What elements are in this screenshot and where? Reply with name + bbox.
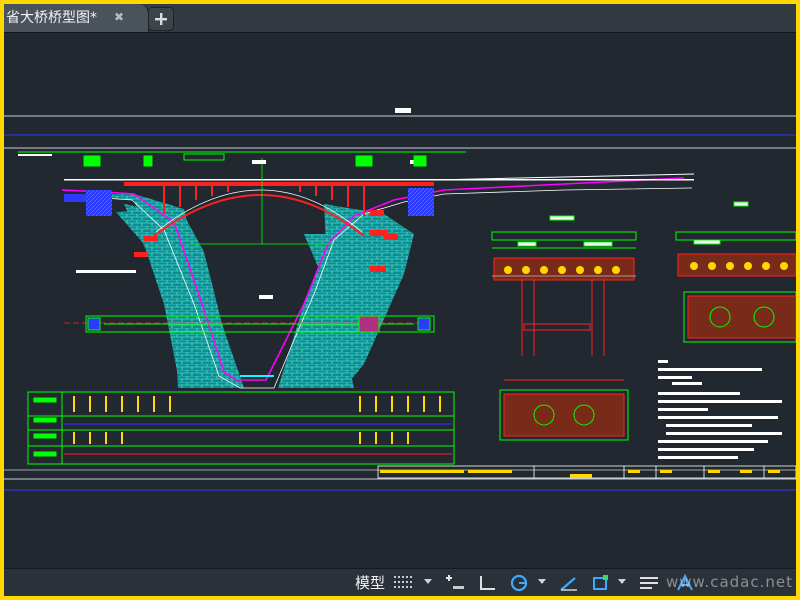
new-tab-button[interactable]: [148, 7, 174, 31]
object-snap-button[interactable]: [588, 572, 614, 594]
polar-tracking-button[interactable]: [506, 572, 532, 594]
watermark-text: www.cadac.net: [666, 573, 793, 591]
snap-mode-icon: [446, 575, 464, 589]
polar-dropdown-icon[interactable]: [538, 579, 546, 584]
grid-icon: [394, 576, 412, 588]
lineweight-icon: [640, 577, 658, 589]
ortho-icon: [480, 576, 495, 590]
document-tab-label: 省大桥桥型图*: [6, 10, 97, 26]
close-icon[interactable]: ✖: [112, 10, 126, 24]
cad-window: 省大桥桥型图* ✖ 模型 www.cadac.net: [4, 4, 796, 596]
notes-block: [658, 360, 782, 459]
model-tab[interactable]: 模型: [352, 572, 388, 594]
cross-section-1: [491, 215, 637, 441]
ortho-button[interactable]: [474, 572, 500, 594]
isodraft-button[interactable]: [556, 572, 582, 594]
drawing-canvas[interactable]: [4, 32, 796, 568]
object-snap-icon: [593, 575, 608, 590]
polar-tracking-icon: [510, 574, 528, 592]
status-bar: 模型 www.cadac.net: [4, 568, 796, 596]
title-block: [377, 465, 796, 479]
document-tab-bar: 省大桥桥型图* ✖: [4, 4, 796, 33]
lineweight-button[interactable]: [636, 572, 662, 594]
profile-table: [27, 391, 455, 465]
plus-icon: [155, 13, 167, 25]
osnap-dropdown-icon[interactable]: [618, 579, 626, 584]
grid-button[interactable]: [390, 572, 416, 594]
grid-dropdown-icon[interactable]: [424, 579, 432, 584]
cross-section-2: [675, 201, 796, 343]
document-tab[interactable]: 省大桥桥型图* ✖: [4, 4, 149, 32]
isodraft-icon: [560, 577, 577, 591]
snap-mode-button[interactable]: [442, 572, 468, 594]
top-dimension: [18, 151, 466, 167]
